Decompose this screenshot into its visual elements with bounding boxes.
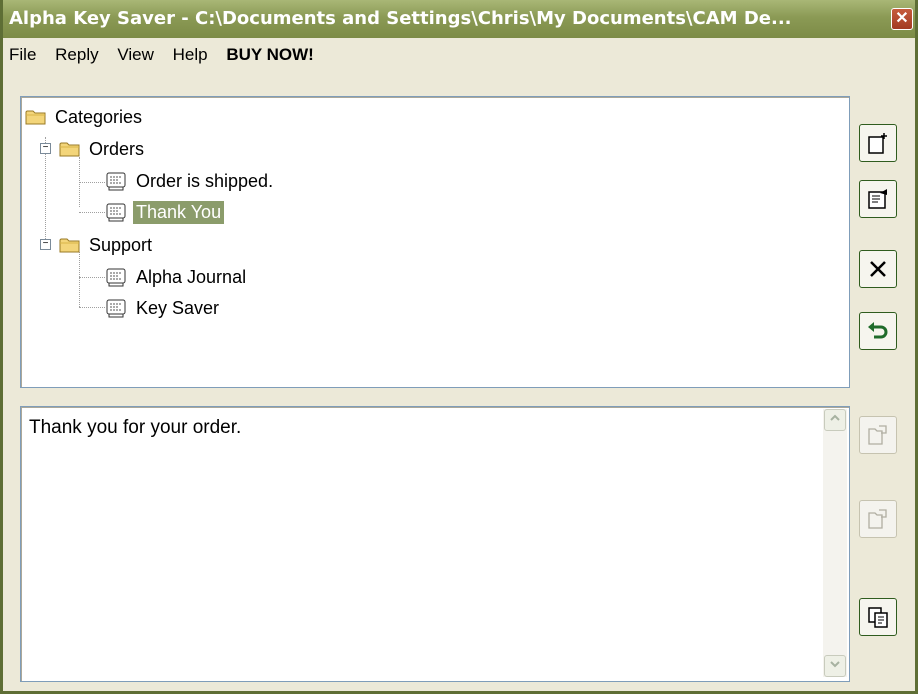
tree-line [79, 307, 105, 308]
title-bar[interactable]: Alpha Key Saver - C:\Documents and Setti… [3, 0, 915, 38]
tree-node-order-shipped[interactable]: Order is shipped. [105, 167, 276, 195]
undo-icon [868, 322, 888, 339]
collapse-orders-toggle[interactable]: − [40, 143, 51, 154]
folder-open-icon [59, 142, 80, 157]
reply-template-icon [106, 172, 126, 191]
tree-line [79, 277, 105, 278]
window-title: Alpha Key Saver - C:\Documents and Setti… [9, 8, 792, 29]
paste-button-2[interactable] [859, 500, 897, 538]
scroll-down-button[interactable] [824, 655, 846, 677]
folder-icon [25, 110, 46, 125]
menu-help[interactable]: Help [173, 45, 208, 64]
tree-label: Thank You [133, 200, 225, 224]
vertical-scrollbar[interactable] [823, 409, 847, 677]
tree-label: Order is shipped. [136, 170, 274, 191]
reply-template-icon [106, 203, 126, 222]
tree-node-thank-you[interactable]: Thank You [105, 198, 225, 226]
chevron-up-icon [830, 414, 840, 421]
collapse-support-toggle[interactable]: − [40, 239, 51, 250]
message-editor[interactable]: Thank you for your order. [20, 406, 850, 682]
tree-node-support[interactable]: Support [59, 231, 155, 259]
tree-line [79, 212, 105, 213]
new-document-icon [868, 133, 887, 154]
delete-button[interactable] [859, 250, 897, 288]
delete-icon [870, 261, 886, 277]
tree-label: Support [89, 234, 153, 255]
menu-view[interactable]: View [117, 45, 154, 64]
menu-reply[interactable]: Reply [55, 45, 98, 64]
menu-buy-now[interactable]: BUY NOW! [226, 45, 314, 64]
chevron-down-icon [830, 661, 840, 668]
tree-node-alpha-journal[interactable]: Alpha Journal [105, 263, 249, 291]
copy-button[interactable] [859, 598, 897, 636]
message-text[interactable]: Thank you for your order. [29, 417, 241, 439]
scroll-up-button[interactable] [824, 409, 846, 431]
tree-node-key-saver[interactable]: Key Saver [105, 294, 222, 322]
folder-open-icon [59, 238, 80, 253]
paste-icon [868, 509, 887, 529]
close-button[interactable]: ✕ [891, 8, 913, 30]
pane-splitter[interactable] [3, 392, 915, 402]
tree-label: Categories [55, 106, 143, 127]
tree-node-orders[interactable]: Orders [59, 135, 147, 163]
undo-button[interactable] [859, 312, 897, 350]
app-window: Alpha Key Saver - C:\Documents and Setti… [0, 0, 918, 694]
tree-label: Orders [89, 138, 145, 159]
menu-bar: File Reply View Help BUY NOW! [3, 38, 915, 72]
tree-line [79, 252, 80, 307]
tree-label: Key Saver [136, 297, 220, 318]
edit-properties-button[interactable] [859, 180, 897, 218]
edit-properties-icon [868, 189, 887, 209]
reply-template-icon [106, 268, 126, 287]
reply-template-icon [106, 299, 126, 318]
menu-file[interactable]: File [9, 45, 36, 64]
tree-label: Alpha Journal [136, 266, 247, 287]
tree-node-categories[interactable]: Categories [25, 103, 145, 131]
paste-button-1[interactable] [859, 416, 897, 454]
copy-icon [868, 607, 888, 628]
paste-icon [868, 425, 887, 445]
new-template-button[interactable] [859, 124, 897, 162]
tree-line [79, 182, 105, 183]
category-tree[interactable]: Categories − Orders Order is shipped. Th… [20, 96, 850, 388]
close-icon: ✕ [895, 10, 909, 27]
